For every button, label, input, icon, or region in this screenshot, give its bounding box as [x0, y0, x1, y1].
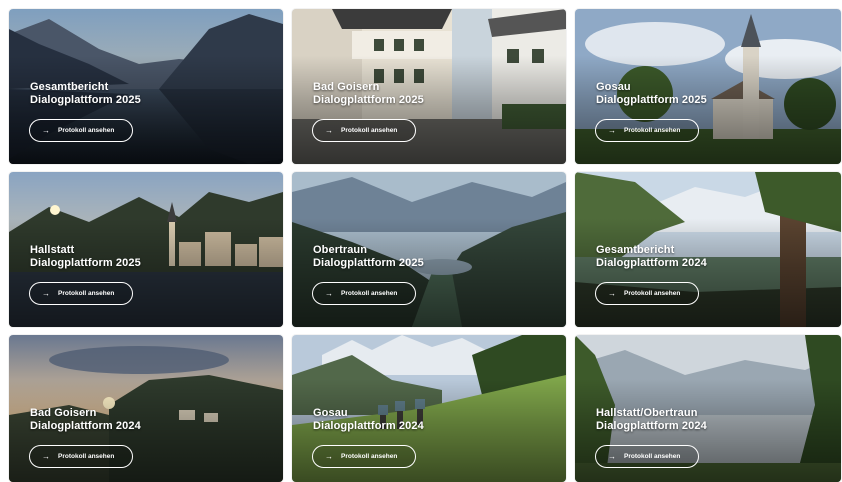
arrow-right-icon: →	[608, 125, 616, 135]
card-title: Obertraun Dialogplattform 2025	[313, 244, 424, 270]
view-protocol-label: Protokoll ansehen	[58, 290, 115, 297]
card-subtitle: Dialogplattform 2025	[313, 94, 424, 106]
card-place: Bad Goisern	[313, 81, 380, 93]
card-subtitle: Dialogplattform 2025	[313, 257, 424, 269]
protocol-card[interactable]: Bad Goisern Dialogplattform 2025 → Proto…	[292, 9, 566, 164]
arrow-right-icon: →	[608, 451, 616, 461]
arrow-right-icon: →	[42, 451, 50, 461]
view-protocol-label: Protokoll ansehen	[341, 127, 398, 134]
card-place: Bad Goisern	[30, 407, 97, 419]
protocol-card[interactable]: Gosau Dialogplattform 2025 → Protokoll a…	[575, 9, 841, 164]
view-protocol-button[interactable]: → Protokoll ansehen	[312, 445, 416, 468]
view-protocol-label: Protokoll ansehen	[58, 127, 115, 134]
view-protocol-button[interactable]: → Protokoll ansehen	[595, 119, 699, 142]
protocol-card-grid: Gesamtbericht Dialogplattform 2025 → Pro…	[0, 0, 842, 482]
card-title: Gosau Dialogplattform 2025	[596, 81, 707, 107]
protocol-card[interactable]: Hallstatt/Obertraun Dialogplattform 2024…	[575, 335, 841, 482]
protocol-card[interactable]: Gosau Dialogplattform 2024 → Protokoll a…	[292, 335, 566, 482]
card-subtitle: Dialogplattform 2024	[596, 420, 707, 432]
view-protocol-button[interactable]: → Protokoll ansehen	[29, 282, 133, 305]
card-place: Hallstatt	[30, 244, 75, 256]
card-place: Gesamtbericht	[30, 81, 109, 93]
view-protocol-label: Protokoll ansehen	[341, 290, 398, 297]
card-title: Bad Goisern Dialogplattform 2024	[30, 407, 141, 433]
card-subtitle: Dialogplattform 2025	[30, 94, 141, 106]
card-subtitle: Dialogplattform 2024	[313, 420, 424, 432]
view-protocol-label: Protokoll ansehen	[58, 453, 115, 460]
card-subtitle: Dialogplattform 2024	[30, 420, 141, 432]
view-protocol-label: Protokoll ansehen	[624, 453, 681, 460]
arrow-right-icon: →	[325, 288, 333, 298]
card-title: Bad Goisern Dialogplattform 2025	[313, 81, 424, 107]
view-protocol-button[interactable]: → Protokoll ansehen	[595, 282, 699, 305]
card-subtitle: Dialogplattform 2024	[596, 257, 707, 269]
view-protocol-label: Protokoll ansehen	[624, 290, 681, 297]
view-protocol-label: Protokoll ansehen	[341, 453, 398, 460]
protocol-card[interactable]: Hallstatt Dialogplattform 2025 → Protoko…	[9, 172, 283, 327]
card-place: Gosau	[313, 407, 348, 419]
card-place: Obertraun	[313, 244, 368, 256]
card-title: Gesamtbericht Dialogplattform 2025	[30, 81, 141, 107]
card-place: Gosau	[596, 81, 631, 93]
view-protocol-button[interactable]: → Protokoll ansehen	[29, 119, 133, 142]
arrow-right-icon: →	[325, 451, 333, 461]
card-title: Gesamtbericht Dialogplattform 2024	[596, 244, 707, 270]
card-place: Hallstatt/Obertraun	[596, 407, 698, 419]
card-subtitle: Dialogplattform 2025	[596, 94, 707, 106]
protocol-card[interactable]: Bad Goisern Dialogplattform 2024 → Proto…	[9, 335, 283, 482]
card-title: Hallstatt/Obertraun Dialogplattform 2024	[596, 407, 707, 433]
arrow-right-icon: →	[325, 125, 333, 135]
protocol-card[interactable]: Gesamtbericht Dialogplattform 2024 → Pro…	[575, 172, 841, 327]
view-protocol-label: Protokoll ansehen	[624, 127, 681, 134]
card-title: Hallstatt Dialogplattform 2025	[30, 244, 141, 270]
view-protocol-button[interactable]: → Protokoll ansehen	[312, 119, 416, 142]
view-protocol-button[interactable]: → Protokoll ansehen	[312, 282, 416, 305]
arrow-right-icon: →	[608, 288, 616, 298]
protocol-card[interactable]: Obertraun Dialogplattform 2025 → Protoko…	[292, 172, 566, 327]
card-place: Gesamtbericht	[596, 244, 675, 256]
view-protocol-button[interactable]: → Protokoll ansehen	[595, 445, 699, 468]
card-title: Gosau Dialogplattform 2024	[313, 407, 424, 433]
protocol-card[interactable]: Gesamtbericht Dialogplattform 2025 → Pro…	[9, 9, 283, 164]
arrow-right-icon: →	[42, 288, 50, 298]
view-protocol-button[interactable]: → Protokoll ansehen	[29, 445, 133, 468]
arrow-right-icon: →	[42, 125, 50, 135]
card-subtitle: Dialogplattform 2025	[30, 257, 141, 269]
